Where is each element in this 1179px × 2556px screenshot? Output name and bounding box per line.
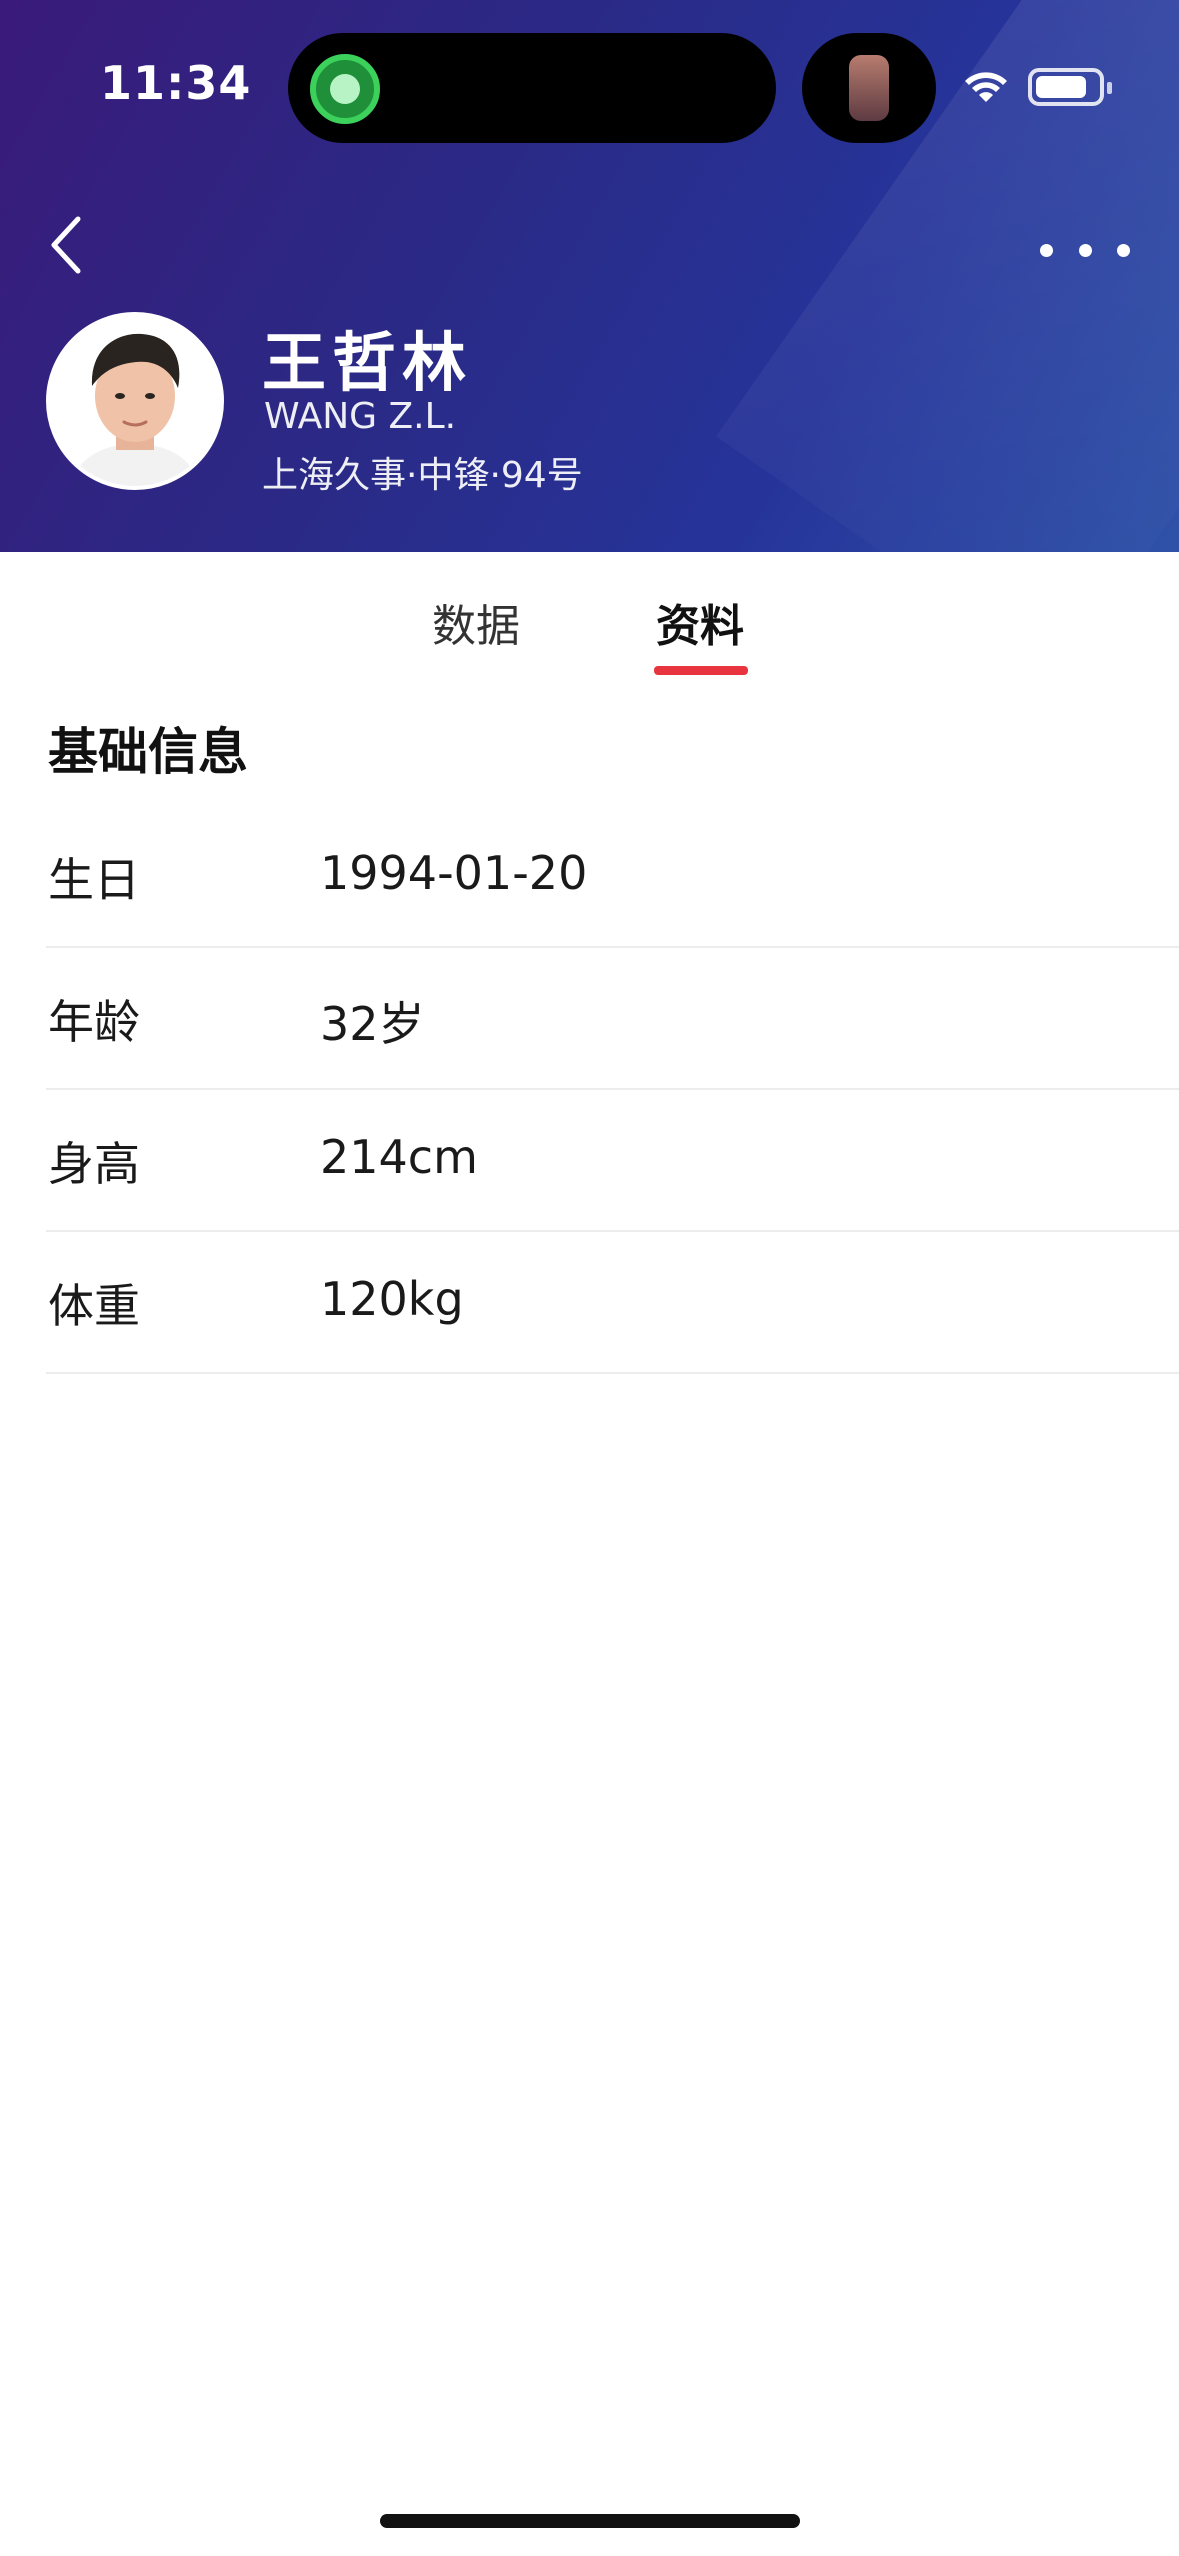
info-value: 120kg [320, 1272, 464, 1326]
info-label: 年龄 [48, 995, 140, 1049]
live-activity-app-icon[interactable] [310, 54, 380, 124]
tab-profile[interactable]: 资料 [656, 590, 744, 654]
home-indicator[interactable] [380, 2514, 800, 2528]
chevron-left-icon [51, 216, 81, 274]
ellipsis-horizontal-icon [1040, 243, 1053, 257]
info-row-age: 年龄 32岁 [46, 948, 1179, 1090]
dynamic-island[interactable] [288, 33, 776, 143]
active-tab-indicator [654, 666, 748, 675]
info-label: 生日 [48, 853, 140, 907]
info-value: 214cm [320, 1130, 478, 1184]
info-label: 身高 [48, 1137, 140, 1191]
info-label: 体重 [48, 1279, 140, 1333]
tab-bar: 数据 资料 [0, 552, 1179, 682]
player-name-en: WANG Z.L. [264, 396, 457, 437]
battery-icon [1028, 68, 1112, 106]
player-profile-page: 11:34 王哲林 WANG Z.L. 上海久事·中锋·94号 数据 资料 基础… [0, 0, 1179, 2556]
player-team-position: 上海久事·中锋·94号 [262, 455, 583, 496]
player-name: 王哲林 [262, 327, 472, 401]
basic-info-list: 生日 1994-01-20 年龄 32岁 身高 214cm 体重 120kg [0, 806, 1179, 1374]
player-photo [50, 316, 220, 486]
wifi-icon [965, 72, 1007, 102]
media-thumbnail-icon [849, 55, 889, 121]
info-row-height: 身高 214cm [46, 1090, 1179, 1232]
back-button[interactable] [46, 210, 96, 280]
info-value: 32岁 [320, 997, 425, 1051]
player-header: 11:34 王哲林 WANG Z.L. 上海久事·中锋·94号 [0, 0, 1179, 552]
tab-data[interactable]: 数据 [432, 590, 520, 654]
info-row-birthday: 生日 1994-01-20 [46, 806, 1179, 948]
info-value: 1994-01-20 [320, 846, 588, 900]
more-options-button[interactable] [1040, 225, 1130, 275]
status-time: 11:34 [100, 56, 252, 110]
player-avatar [46, 312, 224, 490]
dynamic-island-secondary[interactable] [802, 33, 936, 143]
section-title: 基础信息 [48, 723, 248, 781]
info-row-weight: 体重 120kg [46, 1232, 1179, 1374]
